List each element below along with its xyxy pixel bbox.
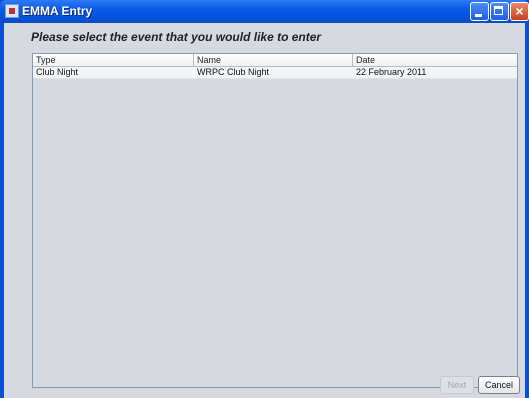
app-window: EMMA Entry × Please select the event tha… [0,0,529,398]
cell-type: Club Night [36,67,79,77]
table-header: Type Name Date [33,54,517,67]
column-header-type[interactable]: Type [33,54,194,66]
column-header-name[interactable]: Name [194,54,353,66]
app-icon[interactable] [5,4,19,18]
column-header-date[interactable]: Date [353,54,517,66]
events-table[interactable]: Type Name Date Club Night WRPC Club Nigh… [32,53,518,388]
cell-date: 22 February 2011 [356,67,427,77]
minimize-icon[interactable] [470,2,489,21]
maximize-icon[interactable] [490,2,509,21]
window-title: EMMA Entry [22,4,93,18]
close-icon[interactable]: × [510,2,529,21]
next-button[interactable]: Next [440,376,474,394]
table-row[interactable]: Club Night WRPC Club Night 22 February 2… [33,67,517,79]
title-bar[interactable]: EMMA Entry × [0,0,529,23]
page-title: Please select the event that you would l… [31,30,322,44]
dialog-content: Please select the event that you would l… [4,23,525,398]
cell-name: WRPC Club Night [197,67,270,77]
cancel-button[interactable]: Cancel [478,376,520,394]
